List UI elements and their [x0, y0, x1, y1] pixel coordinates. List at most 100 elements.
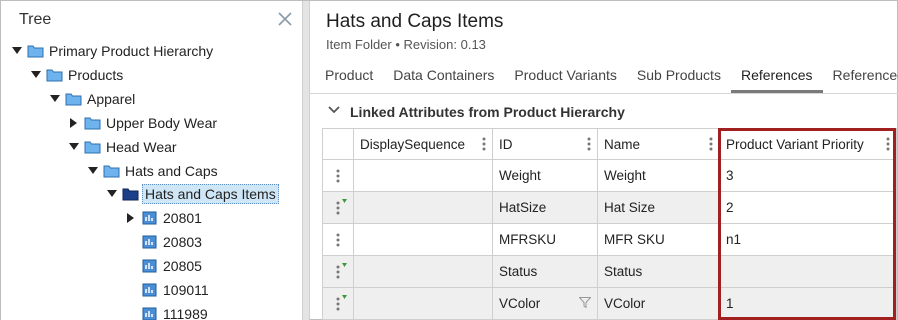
cell-display-sequence[interactable] — [353, 191, 493, 224]
tab-product[interactable]: Product — [325, 63, 373, 93]
tree-node-label: Head Wear — [106, 139, 177, 155]
page-subtitle: Item Folder • Revision: 0.13 — [326, 37, 486, 52]
tree-node[interactable]: Upper Body Wear — [68, 112, 219, 134]
tree-node[interactable]: Head Wear — [68, 136, 179, 158]
cell-id[interactable]: HatSize — [492, 191, 598, 224]
cell-display-sequence[interactable] — [353, 223, 493, 256]
expand-toggle-icon[interactable] — [106, 188, 118, 200]
tree-node-label: 111989 — [163, 306, 208, 320]
tree-node-label: Hats and Caps — [125, 163, 218, 179]
tree-node[interactable]: 20805 — [141, 255, 204, 277]
cell-display-sequence[interactable] — [353, 159, 493, 192]
cell-priority[interactable]: 1 — [719, 287, 897, 320]
collapse-toggle-icon[interactable] — [68, 117, 80, 129]
tree-node-label: Hats and Caps Items — [142, 184, 279, 204]
table-row[interactable]: MFRSKU MFR SKU n1 — [322, 223, 897, 256]
app-window: Tree Primary Product Hierarchy Products … — [0, 0, 898, 320]
table-row[interactable]: HatSize Hat Size 2 — [322, 191, 897, 224]
cell-priority[interactable]: 3 — [719, 159, 897, 192]
tree-node[interactable]: 20801 — [125, 207, 204, 229]
row-drag-handle-icon[interactable] — [322, 159, 354, 192]
cell-priority[interactable]: n1 — [719, 223, 897, 256]
column-menu-icon[interactable] — [709, 137, 713, 151]
tab-sub-products[interactable]: Sub Products — [637, 63, 721, 93]
cell-display-sequence[interactable] — [353, 255, 493, 288]
cell-id[interactable]: Status — [492, 255, 598, 288]
tree-node[interactable]: Hats and Caps — [87, 160, 220, 182]
tree-panel: Tree Primary Product Hierarchy Products … — [1, 1, 302, 320]
tree-node-label: 20805 — [163, 258, 202, 274]
section-title: Linked Attributes from Product Hierarchy — [350, 104, 625, 120]
tab-product-variants[interactable]: Product Variants — [514, 63, 616, 93]
tree-node-label: Apparel — [87, 91, 136, 107]
cell-name[interactable]: VColor — [597, 287, 720, 320]
close-icon[interactable] — [276, 10, 294, 28]
main-panel: Hats and Caps Items Item Folder • Revisi… — [310, 1, 898, 320]
row-drag-handle-icon[interactable] — [322, 287, 354, 320]
folder-icon — [27, 44, 44, 58]
cell-priority[interactable]: 2 — [719, 191, 897, 224]
tree-node-label: 20803 — [163, 234, 202, 250]
cell-name[interactable]: Status — [597, 255, 720, 288]
table-row[interactable]: VColor VColor 1 — [322, 287, 897, 320]
cell-display-sequence[interactable] — [353, 287, 493, 320]
folder-icon — [103, 164, 120, 178]
tab-references[interactable]: References — [730, 63, 823, 93]
tree-node-label: 109011 — [163, 282, 209, 298]
column-header-id[interactable]: ID — [492, 128, 598, 160]
tab-data-containers[interactable]: Data Containers — [393, 63, 494, 93]
expand-toggle-icon[interactable] — [68, 141, 80, 153]
expand-toggle-icon[interactable] — [30, 69, 42, 81]
row-drag-handle-icon[interactable] — [322, 255, 354, 288]
product-icon — [141, 307, 158, 320]
row-drag-handle-icon[interactable] — [322, 223, 354, 256]
tree-node[interactable]: Primary Product Hierarchy — [11, 40, 215, 62]
panel-splitter[interactable] — [302, 1, 310, 320]
filter-icon[interactable] — [579, 297, 591, 308]
collapse-toggle-icon[interactable] — [125, 212, 137, 224]
chevron-down-icon[interactable] — [328, 106, 340, 118]
tree-node-label: 20801 — [163, 210, 202, 226]
cell-id-text: VColor — [499, 296, 541, 311]
column-header-display-sequence[interactable]: DisplaySequence — [353, 128, 493, 160]
tree-node-selected[interactable]: Hats and Caps Items — [106, 183, 279, 205]
item-folder-icon — [122, 187, 139, 201]
cell-priority[interactable] — [719, 255, 897, 288]
table-row[interactable]: Weight Weight 3 — [322, 159, 897, 192]
modified-marker-icon — [342, 295, 347, 299]
column-menu-icon[interactable] — [587, 137, 591, 151]
page-title: Hats and Caps Items — [326, 11, 504, 32]
product-icon — [141, 211, 158, 225]
modified-marker-icon — [342, 263, 347, 267]
cell-name[interactable]: MFR SKU — [597, 223, 720, 256]
cell-id[interactable]: MFRSKU — [492, 223, 598, 256]
tab-referenced[interactable]: Referenced — [833, 63, 898, 93]
cell-id[interactable]: VColor — [492, 287, 598, 320]
column-header-label: Name — [604, 136, 641, 152]
tree-header: Tree — [1, 1, 302, 39]
tree-node[interactable]: Products — [30, 64, 125, 86]
tree-node[interactable]: 111989 — [141, 303, 210, 320]
row-handle-header — [322, 128, 354, 160]
tab-bar: Product Data Containers Product Variants… — [325, 63, 898, 93]
column-menu-icon[interactable] — [886, 137, 890, 151]
tree-node[interactable]: 109011 — [141, 279, 211, 301]
product-icon — [141, 259, 158, 273]
row-drag-handle-icon[interactable] — [322, 191, 354, 224]
tree-node[interactable]: Apparel — [49, 88, 137, 110]
expand-toggle-icon[interactable] — [49, 93, 61, 105]
tree-node[interactable]: 20803 — [141, 231, 204, 253]
cell-name[interactable]: Hat Size — [597, 191, 720, 224]
folder-icon — [46, 68, 63, 82]
expand-toggle-icon[interactable] — [11, 45, 23, 57]
linked-attributes-grid: DisplaySequence ID Name Product Variant … — [322, 128, 897, 320]
cell-id[interactable]: Weight — [492, 159, 598, 192]
column-header-name[interactable]: Name — [597, 128, 720, 160]
column-menu-icon[interactable] — [482, 137, 486, 151]
table-row[interactable]: Status Status — [322, 255, 897, 288]
cell-name[interactable]: Weight — [597, 159, 720, 192]
column-header-product-variant-priority[interactable]: Product Variant Priority — [719, 128, 897, 160]
section-header[interactable]: Linked Attributes from Product Hierarchy — [328, 104, 625, 120]
folder-icon — [84, 140, 101, 154]
expand-toggle-icon[interactable] — [87, 165, 99, 177]
